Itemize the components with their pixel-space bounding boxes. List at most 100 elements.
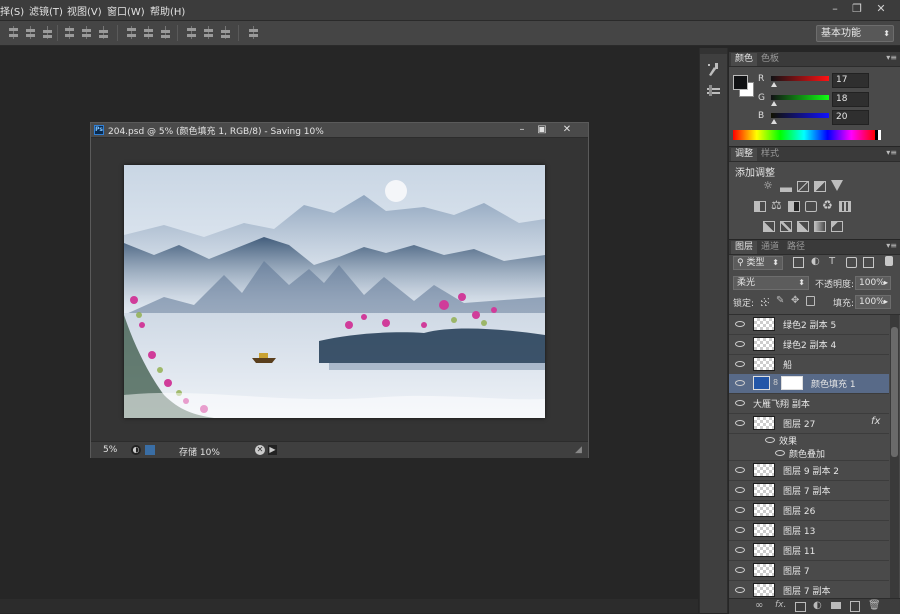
tab-channels[interactable]: 通道 (757, 241, 783, 254)
fill-field[interactable]: 100% ▸ (855, 295, 891, 309)
layer-row[interactable]: 图层 7 (729, 561, 889, 581)
visibility-eye-icon[interactable] (735, 400, 745, 406)
r-slider-handle[interactable] (771, 82, 777, 87)
lock-pixels-icon[interactable]: ✎ (776, 295, 784, 306)
threshold-icon[interactable] (797, 221, 809, 232)
channel-mixer-icon[interactable]: ♻ (822, 199, 833, 211)
new-layer-icon[interactable] (850, 601, 860, 612)
layer-row[interactable]: 图层 7 副本 (729, 581, 889, 598)
filter-smart-object-icon[interactable] (863, 257, 874, 268)
layer-row-selected[interactable]: 8 颜色填充 1 (729, 374, 889, 394)
panel-menu-icon[interactable]: ▾≡ (886, 53, 897, 62)
levels-icon[interactable] (780, 181, 792, 192)
effect-visibility-eye-icon[interactable] (775, 450, 785, 456)
color-balance-icon[interactable]: ⚖ (771, 199, 782, 211)
document-window[interactable]: Ps 204.psd @ 5% (颜色填充 1, RGB/8) - Saving… (90, 122, 589, 458)
hue-saturation-icon[interactable] (754, 201, 766, 212)
effect-item-row[interactable]: 颜色叠加 (729, 447, 889, 461)
align-right-icon[interactable] (98, 26, 109, 39)
effects-row[interactable]: 效果 (729, 434, 889, 447)
visibility-eye-icon[interactable] (735, 467, 745, 473)
layer-row[interactable]: 图层 13 (729, 521, 889, 541)
new-group-folder-icon[interactable] (831, 602, 841, 609)
layer-row[interactable]: 船 (729, 355, 889, 375)
link-icon[interactable]: 8 (773, 378, 778, 387)
filter-pixel-icon[interactable] (793, 257, 804, 268)
layer-row[interactable]: 图层 9 副本 2 (729, 461, 889, 481)
color-lookup-icon[interactable] (839, 201, 851, 212)
new-adjustment-icon[interactable]: ◐ (813, 600, 822, 611)
posterize-icon[interactable] (780, 221, 792, 232)
link-layers-icon[interactable]: ∞ (755, 600, 763, 611)
layer-row[interactable]: 图层 26 (729, 501, 889, 521)
g-slider-handle[interactable] (771, 101, 777, 106)
visibility-eye-icon[interactable] (735, 321, 745, 327)
exposure-icon[interactable] (814, 181, 826, 192)
visibility-eye-icon[interactable] (735, 487, 745, 493)
blend-mode-select[interactable]: 柔光 ⬍ (733, 276, 809, 290)
doc-close-button[interactable]: ✕ (557, 124, 577, 136)
b-value[interactable]: 20 (832, 110, 869, 125)
add-mask-icon[interactable] (795, 602, 806, 612)
cancel-save-icon[interactable]: ✕ (255, 445, 265, 455)
lock-all-icon[interactable] (806, 296, 815, 306)
tab-color[interactable]: 颜色 (731, 53, 758, 66)
effect-visibility-eye-icon[interactable] (765, 437, 775, 443)
visibility-eye-icon[interactable] (735, 341, 745, 347)
visibility-eye-icon[interactable] (735, 380, 745, 386)
panel-menu-icon[interactable]: ▾≡ (886, 241, 897, 250)
selective-color-icon[interactable] (831, 221, 843, 232)
distribute-hcenter-icon[interactable] (203, 26, 214, 39)
align-hcenter-icon[interactable] (81, 26, 92, 39)
layer-row[interactable]: 大雁飞翔 副本 (729, 394, 889, 414)
minimize-button[interactable]: – (826, 1, 844, 17)
filter-shape-icon[interactable] (846, 257, 857, 268)
layer-filter-select[interactable]: ⚲ 类型 ⬍ (733, 256, 783, 270)
layer-row[interactable]: 图层 27 fx (729, 414, 889, 434)
align-left-icon[interactable] (64, 26, 75, 39)
visibility-eye-icon[interactable] (735, 547, 745, 553)
filter-adjustment-icon[interactable]: ◐ (811, 256, 820, 267)
align-vcenter-icon[interactable] (25, 26, 36, 39)
menu-filter[interactable]: 滤镜(T) (29, 3, 63, 18)
visibility-eye-icon[interactable] (735, 507, 745, 513)
visibility-eye-icon[interactable] (735, 567, 745, 573)
lock-transparency-icon[interactable] (761, 298, 769, 306)
g-slider[interactable] (771, 95, 829, 100)
image-canvas[interactable] (124, 165, 545, 418)
photo-filter-icon[interactable] (805, 201, 817, 212)
trash-icon[interactable]: 🗑 (868, 600, 881, 611)
layer-row[interactable]: 绿色2 副本 5 (729, 315, 889, 335)
r-slider[interactable] (771, 76, 829, 81)
distribute-right-icon[interactable] (220, 26, 231, 39)
menu-view[interactable]: 视图(V) (67, 3, 102, 18)
menu-select[interactable]: 择(S) (0, 3, 24, 18)
lock-position-icon[interactable]: ✥ (791, 295, 799, 306)
visibility-eye-icon[interactable] (735, 361, 745, 367)
spectrum-white[interactable] (878, 130, 881, 140)
workspace-select[interactable]: 基本功能 ⬍ (816, 25, 894, 42)
layers-scrollbar[interactable] (890, 315, 899, 598)
panel-menu-icon[interactable]: ▾≡ (886, 148, 897, 157)
black-white-icon[interactable] (788, 201, 800, 212)
resize-grip-icon[interactable]: ◢ (575, 445, 582, 455)
auto-align-icon[interactable] (248, 26, 259, 39)
status-menu-arrow-icon[interactable]: ▶ (268, 445, 277, 455)
tab-layers[interactable]: 图层 (731, 241, 758, 254)
tab-adjustments[interactable]: 调整 (731, 148, 758, 161)
r-value[interactable]: 17 (832, 73, 869, 88)
doc-minimize-button[interactable]: – (512, 124, 532, 136)
status-info-icon[interactable]: ◐ (131, 445, 141, 455)
add-style-fx-icon[interactable]: fx. (775, 600, 786, 610)
vibrance-icon[interactable] (831, 180, 843, 191)
tab-styles[interactable]: 样式 (757, 148, 783, 161)
b-slider-handle[interactable] (771, 119, 777, 124)
align-bottom-icon[interactable] (42, 26, 53, 39)
opacity-field[interactable]: 100% ▸ (855, 276, 891, 290)
distribute-vcenter-icon[interactable] (143, 26, 154, 39)
layer-row[interactable]: 绿色2 副本 4 (729, 335, 889, 355)
distribute-top-icon[interactable] (126, 26, 137, 39)
scrollbar-thumb[interactable] (891, 327, 898, 457)
curves-icon[interactable] (797, 181, 809, 192)
visibility-eye-icon[interactable] (735, 527, 745, 533)
